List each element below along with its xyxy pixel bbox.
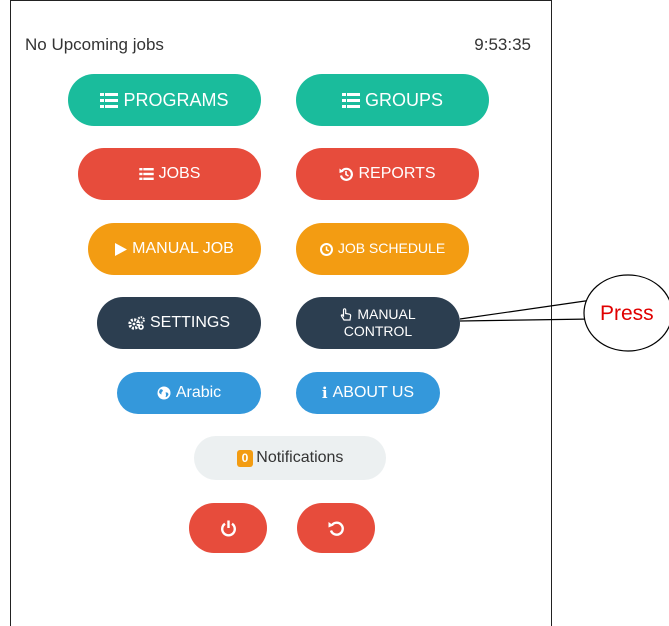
callout-pointer: [459, 274, 669, 352]
callout-press-label: Press: [600, 302, 654, 325]
